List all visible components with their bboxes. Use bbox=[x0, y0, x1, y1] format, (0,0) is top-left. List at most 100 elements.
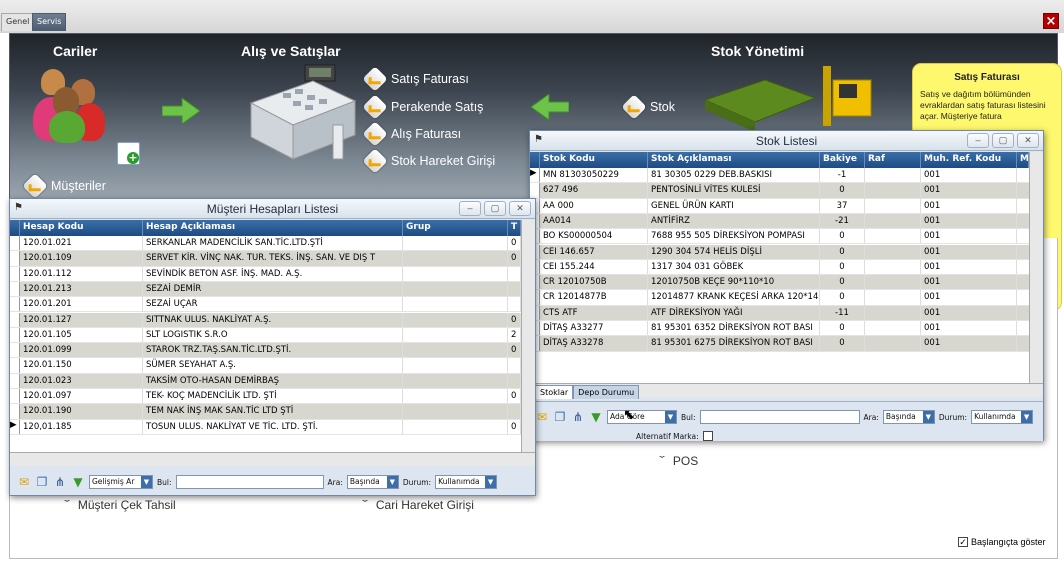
folder-open-icon[interactable]: ✉ bbox=[17, 475, 31, 489]
col-raf[interactable]: Raf bbox=[865, 152, 921, 168]
customers-icon[interactable] bbox=[31, 67, 111, 143]
row-indicator[interactable]: ▶ bbox=[10, 419, 20, 434]
row-indicator[interactable] bbox=[10, 327, 20, 343]
close-icon[interactable]: × bbox=[1043, 13, 1059, 29]
musteri-hscroll[interactable] bbox=[10, 452, 535, 466]
row-indicator[interactable] bbox=[10, 236, 20, 251]
row-indicator[interactable] bbox=[10, 281, 20, 297]
menu-stok-hareket-girisi[interactable]: Stok Hareket Girişi bbox=[362, 148, 495, 174]
table-cell: 81 95301 6352 DİREKSİYON ROT BASI bbox=[648, 321, 820, 336]
table-row[interactable]: ▶ MN 81303050229 81 30305 0229 DEB.BASKISI… bbox=[530, 168, 1043, 184]
table-row[interactable]: AA 000 GENEL ÜRÜN KARTI 37 001 bbox=[530, 198, 1043, 214]
forklift-icon[interactable] bbox=[703, 60, 875, 132]
tab-stoklar[interactable]: Stoklar bbox=[535, 385, 574, 399]
stok-search-input[interactable] bbox=[699, 410, 860, 424]
close-button[interactable]: ✕ bbox=[1017, 133, 1039, 148]
col-hesap-kodu[interactable]: Hesap Kodu bbox=[20, 220, 143, 236]
row-indicator[interactable] bbox=[10, 266, 20, 281]
stok-ara-select[interactable]: Başında bbox=[882, 410, 935, 424]
hierarchy-icon[interactable]: ⋔ bbox=[53, 475, 67, 489]
table-row[interactable]: CR 12010750B 12010750B KEÇE 90*110*10 0 001 bbox=[530, 275, 1043, 291]
row-indicator[interactable] bbox=[10, 251, 20, 266]
table-row[interactable]: CEI 155.244 1317 304 031 GÖBEK 0 001 bbox=[530, 259, 1043, 276]
table-row[interactable]: 120.01.109 SERVET KİR. VİNÇ NAK. TUR. TEK… bbox=[10, 251, 535, 267]
musteri-durum-select[interactable]: Kullanımda bbox=[435, 475, 498, 489]
musteri-vscroll[interactable] bbox=[521, 220, 535, 452]
table-row[interactable]: CR 12014877B 12014877 KRANK KEÇESİ ARKA 1… bbox=[530, 290, 1043, 306]
stok-durum-select[interactable]: Kullanımda bbox=[971, 410, 1034, 424]
col-grup[interactable]: Grup bbox=[403, 220, 508, 236]
stok-window-titlebar[interactable]: ⚑ Stok Listesi – ▢ ✕ bbox=[530, 131, 1043, 151]
filter-icon[interactable]: ▼ bbox=[71, 475, 85, 489]
close-button[interactable]: ✕ bbox=[509, 201, 531, 216]
table-row[interactable]: 120.01.150 SÜMER SEYAHAT A.Ş. bbox=[10, 358, 535, 374]
musteri-window-titlebar[interactable]: ⚑ Müşteri Hesapları Listesi – ▢ ✕ bbox=[10, 199, 535, 219]
cash-register-icon[interactable] bbox=[243, 63, 358, 163]
table-row[interactable]: BO KS00000504 7688 955 505 DİREKSİYON POM… bbox=[530, 229, 1043, 245]
startup-checkbox[interactable]: ✓ Başlangıçta göster bbox=[958, 537, 1046, 547]
table-row[interactable]: 120.01.099 STAROK TRZ.TAŞ.SAN.TİC.LTD.ŞTİ… bbox=[10, 343, 535, 359]
copy-icon[interactable]: ❐ bbox=[553, 410, 567, 424]
menu-musteriler[interactable]: Müşteriler bbox=[22, 173, 106, 199]
table-row[interactable]: 120.01.127 SITTNAK ULUS. NAKLİYAT A.Ş. 0 bbox=[10, 312, 535, 328]
table-row[interactable]: 120.01.021 SERKANLAR MADENCİLİK SAN.TİC.L… bbox=[10, 236, 535, 252]
table-row[interactable]: CTS ATF ATF DİREKSİYON YAĞI -11 001 bbox=[530, 305, 1043, 321]
table-row[interactable]: ▶ 120,01.185 TOSUN ULUS. NAKLİYAT VE TİC. … bbox=[10, 419, 535, 435]
table-row[interactable]: 627 496 PENTOSİNLİ VİTES KULESİ 0 001 bbox=[530, 183, 1043, 199]
stok-vscroll[interactable] bbox=[1029, 152, 1043, 383]
table-row[interactable]: 120.01.097 TEK- KOÇ MADENCİLİK LTD. ŞTİ 0 bbox=[10, 389, 535, 405]
row-indicator[interactable] bbox=[10, 404, 20, 419]
row-indicator[interactable] bbox=[10, 373, 20, 388]
table-row[interactable]: 120.01.023 TAKSİM OTO-HASAN DEMİRBAŞ bbox=[10, 373, 535, 389]
table-row[interactable]: 120.01.213 SEZAİ DEMİR bbox=[10, 281, 535, 298]
menu-satis-faturasi[interactable]: Satış Faturası bbox=[362, 66, 469, 92]
minimize-button[interactable]: – bbox=[967, 133, 989, 148]
col-hesap-aciklamasi[interactable]: Hesap Açıklaması bbox=[143, 220, 403, 236]
add-customer-icon[interactable]: + bbox=[117, 142, 140, 165]
table-row[interactable]: 120.01.105 SLT LOGISTIK S.R.O 2 bbox=[10, 327, 535, 344]
musteri-search-input[interactable] bbox=[175, 475, 324, 489]
musteri-ara-select[interactable]: Başında bbox=[346, 475, 399, 489]
menu-stok[interactable]: Stok bbox=[621, 94, 675, 120]
row-indicator[interactable] bbox=[10, 358, 20, 373]
col-muh-ref-kodu[interactable]: Muh. Ref. Kodu bbox=[921, 152, 1017, 168]
tab-genel[interactable]: Genel bbox=[1, 13, 35, 31]
stok-grid[interactable]: Stok Kodu Stok Açıklaması Bakiye Raf Muh… bbox=[530, 152, 1043, 383]
table-row[interactable]: DİTAŞ A33278 81 95301 6275 DİREKSİYON ROT… bbox=[530, 336, 1043, 352]
checkbox-checked-icon[interactable]: ✓ bbox=[958, 537, 968, 547]
menu-perakende-satis[interactable]: Perakende Satış bbox=[362, 94, 483, 120]
row-indicator[interactable] bbox=[10, 343, 20, 358]
maximize-button[interactable]: ▢ bbox=[484, 201, 506, 216]
col-bakiye[interactable]: Bakiye bbox=[820, 152, 865, 168]
col-m[interactable]: M bbox=[1017, 152, 1029, 168]
menu-alis-faturasi[interactable]: Alış Faturası bbox=[362, 121, 461, 147]
alt-marka-checkbox[interactable] bbox=[702, 431, 713, 441]
table-row[interactable]: 120.01.201 SEZAİ UÇAR bbox=[10, 297, 535, 313]
row-indicator[interactable] bbox=[10, 389, 20, 404]
col-stok-aciklamasi[interactable]: Stok Açıklaması bbox=[648, 152, 820, 168]
table-row[interactable]: DİTAŞ A33277 81 95301 6352 DİREKSİYON ROT… bbox=[530, 321, 1043, 337]
tab-servis[interactable]: Servis bbox=[32, 13, 67, 31]
minimize-button[interactable]: – bbox=[459, 201, 481, 216]
musteri-grid[interactable]: Hesap Kodu Hesap Açıklaması Grup T 120.0… bbox=[10, 220, 535, 452]
table-row[interactable]: CEI 146.657 1290 304 574 HELİS DİŞLİ 0 001 bbox=[530, 244, 1043, 260]
hierarchy-icon[interactable]: ⋔ bbox=[571, 410, 585, 424]
filter-icon[interactable]: ▼ bbox=[589, 410, 603, 424]
tab-depo-durumu[interactable]: Depo Durumu bbox=[573, 385, 640, 399]
table-cell: -11 bbox=[820, 305, 865, 320]
row-indicator[interactable] bbox=[10, 297, 20, 312]
table-cell: 0 bbox=[820, 321, 865, 336]
table-row[interactable]: AA014 ANTİFİRZ -21 001 bbox=[530, 213, 1043, 230]
col-t[interactable]: T bbox=[508, 220, 521, 236]
stok-filter-select[interactable]: Ada Göre bbox=[607, 410, 677, 424]
musteri-filter-select[interactable]: Gelişmiş Ar bbox=[89, 475, 153, 489]
folder-open-icon[interactable]: ✉ bbox=[535, 410, 549, 424]
row-indicator[interactable] bbox=[10, 312, 20, 327]
table-row[interactable]: 120.01.190 TEM NAK İNŞ MAK SAN.TİC LTD ŞT… bbox=[10, 404, 535, 420]
row-indicator[interactable] bbox=[530, 183, 540, 198]
copy-icon[interactable]: ❐ bbox=[35, 475, 49, 489]
maximize-button[interactable]: ▢ bbox=[992, 133, 1014, 148]
row-indicator[interactable]: ▶ bbox=[530, 168, 540, 183]
col-stok-kodu[interactable]: Stok Kodu bbox=[540, 152, 648, 168]
table-row[interactable]: 120.01.112 SEVİNDİK BETON ASF. İNŞ. MAD. … bbox=[10, 266, 535, 282]
